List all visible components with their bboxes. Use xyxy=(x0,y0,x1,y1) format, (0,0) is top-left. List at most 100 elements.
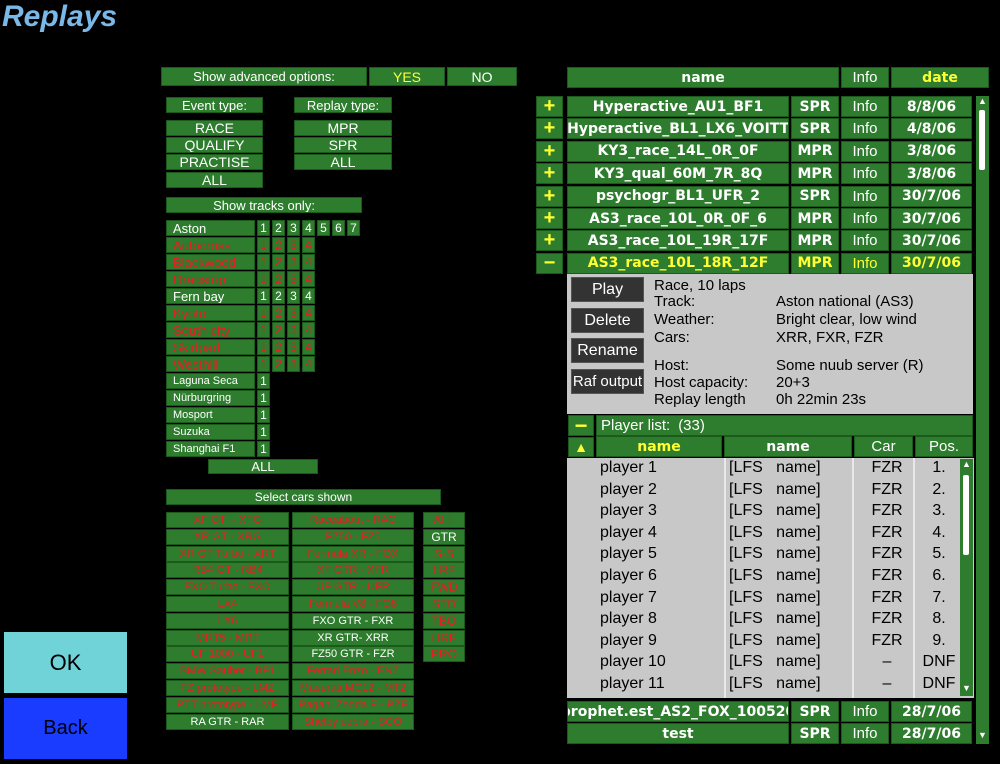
track-config-button[interactable]: 1 xyxy=(257,373,270,389)
replay-mpr-button[interactable]: MPR xyxy=(294,120,392,136)
replay-info-button[interactable]: Info xyxy=(841,140,889,162)
car-filter-button[interactable]: Ferrari Enzo - ENZ xyxy=(292,663,414,680)
car-filter-button[interactable]: Maserati MC12 - MT2 xyxy=(292,680,414,696)
car-filter-button[interactable]: FXO Turbo - FXO xyxy=(166,579,289,596)
scroll-up-icon[interactable]: ▲ xyxy=(960,459,973,471)
header-date[interactable]: date xyxy=(891,67,989,88)
track-config-button[interactable]: 2 xyxy=(272,288,285,304)
replay-all-button[interactable]: ALL xyxy=(294,154,392,170)
track-config-button[interactable]: 6 xyxy=(332,220,345,236)
replay-name[interactable]: psychogr_BL1_UFR_2 xyxy=(567,185,789,207)
player-name[interactable]: player 5 xyxy=(600,545,720,567)
track-config-button[interactable]: 4 xyxy=(302,339,315,355)
car-filter-button[interactable]: STD xyxy=(423,596,465,612)
advanced-no-button[interactable]: NO xyxy=(447,67,517,86)
track-config-button[interactable]: 1 xyxy=(257,288,270,304)
car-filter-button[interactable]: XF GTR - XFR xyxy=(292,562,414,579)
car-filter-button[interactable]: FZ prototype - LMZ xyxy=(166,680,289,696)
expand-button[interactable]: + xyxy=(536,230,563,252)
track-config-button[interactable]: 2 xyxy=(272,305,285,321)
replay-info-button[interactable]: Info xyxy=(841,185,889,207)
tracks-all-button[interactable]: ALL xyxy=(208,459,318,474)
scroll-up-icon[interactable]: ▲ xyxy=(976,96,989,108)
car-filter-button[interactable]: S-S xyxy=(423,545,465,562)
track-name[interactable]: Skidpad xyxy=(166,339,255,355)
track-config-button[interactable]: 1 xyxy=(257,356,270,372)
event-race-button[interactable]: RACE xyxy=(166,120,263,136)
car-filter-button[interactable]: GTR xyxy=(423,528,465,545)
replay-info-button[interactable]: Info xyxy=(841,252,889,274)
expand-button[interactable]: + xyxy=(536,96,563,117)
replay-name[interactable]: KY3_qual_60M_7R_8Q xyxy=(567,163,789,185)
car-filter-button[interactable]: TBO xyxy=(423,612,465,629)
replay-name[interactable]: prophet.est_AS2_FOX_100520 xyxy=(567,701,789,722)
track-config-button[interactable]: 1 xyxy=(257,254,270,270)
delete-button[interactable]: Delete xyxy=(571,308,644,333)
track-config-button[interactable]: 4 xyxy=(302,356,315,372)
car-filter-button[interactable]: ALL xyxy=(423,512,465,528)
player-header-lfsname[interactable]: name xyxy=(724,436,852,457)
track-name[interactable]: South city xyxy=(166,322,255,338)
player-scroll-thumb[interactable] xyxy=(963,475,969,555)
event-qualify-button[interactable]: QUALIFY xyxy=(166,137,263,153)
car-filter-button[interactable]: FWD xyxy=(423,579,465,596)
replay-info-button[interactable]: Info xyxy=(841,723,889,744)
expand-button[interactable]: + xyxy=(536,140,563,162)
expand-button[interactable]: + xyxy=(536,118,563,140)
replay-info-button[interactable]: Info xyxy=(841,701,889,722)
track-config-button[interactable]: 4 xyxy=(302,220,315,236)
replay-info-button[interactable]: Info xyxy=(841,96,889,117)
track-config-button[interactable]: 2 xyxy=(272,339,285,355)
player-header-pos[interactable]: Pos. xyxy=(915,436,973,457)
car-filter-button[interactable]: HRF xyxy=(423,629,465,646)
car-filter-button[interactable]: UF GTR - UFR xyxy=(292,579,414,596)
car-filter-button[interactable]: Shelby cobra - SCO xyxy=(292,713,414,730)
header-name[interactable]: name xyxy=(567,67,839,88)
car-filter-button[interactable]: XF GTI - XFG xyxy=(166,512,289,528)
track-config-button[interactable]: 3 xyxy=(287,237,300,253)
event-practise-button[interactable]: PRACTISE xyxy=(166,154,263,170)
track-name[interactable]: Nürburgring xyxy=(166,390,255,406)
play-button[interactable]: Play xyxy=(571,277,644,302)
scroll-down-icon[interactable]: ▼ xyxy=(960,683,973,695)
track-config-button[interactable]: 4 xyxy=(302,237,315,253)
player-name[interactable]: player 6 xyxy=(600,567,720,589)
expand-button[interactable]: + xyxy=(536,163,563,185)
track-name[interactable]: Shanghai F1 xyxy=(166,441,255,457)
replay-name[interactable]: KY3_race_14L_0R_0F xyxy=(567,140,789,162)
track-config-button[interactable]: 1 xyxy=(257,305,270,321)
car-filter-button[interactable]: MRT5 - MRT xyxy=(166,629,289,646)
expand-button[interactable]: + xyxy=(536,185,563,207)
car-filter-button[interactable]: FZ50 GTR - FZR xyxy=(292,646,414,663)
track-name[interactable]: Westhill xyxy=(166,356,255,372)
replay-info-button[interactable]: Info xyxy=(841,230,889,252)
track-config-button[interactable]: 3 xyxy=(287,322,300,338)
track-config-button[interactable]: 3 xyxy=(287,356,300,372)
replay-name[interactable]: AS3_race_10L_19R_17F xyxy=(567,230,789,252)
player-name[interactable]: player 11 xyxy=(600,675,720,697)
player-name[interactable]: player 4 xyxy=(600,524,720,546)
car-filter-button[interactable]: RA GTR - RAR xyxy=(166,713,289,730)
track-config-button[interactable]: 7 xyxy=(347,220,360,236)
track-config-button[interactable]: 3 xyxy=(287,339,300,355)
track-config-button[interactable]: 1 xyxy=(257,441,270,457)
header-info[interactable]: Info xyxy=(841,67,889,88)
expand-button[interactable]: + xyxy=(536,208,563,229)
car-filter-button[interactable]: FZ50 - FZ5 xyxy=(292,528,414,545)
replay-scroll-thumb[interactable] xyxy=(979,110,985,170)
track-name[interactable]: Dragstrip xyxy=(166,271,255,287)
expand-button[interactable]: − xyxy=(536,252,563,274)
track-config-button[interactable]: 2 xyxy=(272,322,285,338)
track-name[interactable]: Autocross xyxy=(166,237,255,253)
car-filter-button[interactable]: LX4 xyxy=(166,596,289,612)
car-filter-button[interactable]: BMW Sauber - BF1 xyxy=(166,663,289,680)
player-header-car[interactable]: Car xyxy=(854,436,913,457)
car-filter-button[interactable]: PTT prototype - LMP xyxy=(166,696,289,713)
track-config-button[interactable]: 2 xyxy=(272,271,285,287)
track-config-button[interactable]: 3 xyxy=(287,271,300,287)
replay-spr-button[interactable]: SPR xyxy=(294,137,392,153)
car-filter-button[interactable]: PRO xyxy=(423,646,465,663)
replay-name[interactable]: test xyxy=(567,723,789,744)
track-config-button[interactable]: 4 xyxy=(302,288,315,304)
car-filter-button[interactable]: UF 1000 - UF1 xyxy=(166,646,289,663)
